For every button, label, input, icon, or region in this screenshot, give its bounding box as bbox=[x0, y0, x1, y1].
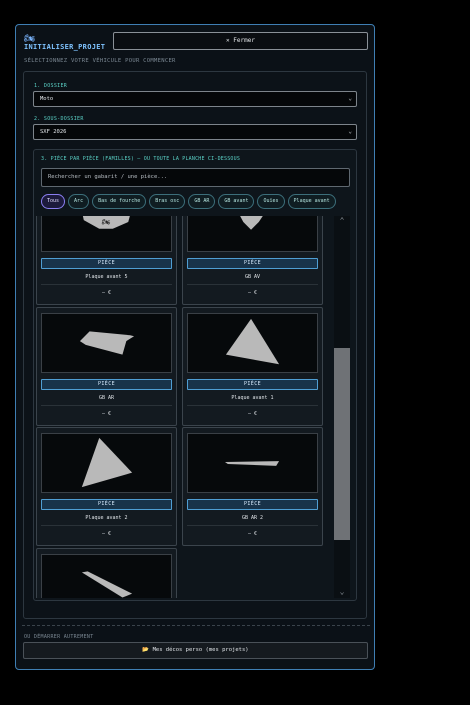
scroll-up-icon[interactable]: ⌃ bbox=[334, 216, 350, 225]
piece-badge: PIÈCE bbox=[41, 379, 172, 390]
filter-chip-plaque-avant[interactable]: Plaque avant bbox=[287, 194, 336, 209]
filter-chip-gb-ar[interactable]: GB AR bbox=[188, 194, 216, 209]
divider bbox=[22, 625, 370, 626]
pieces-grid: 🏍 PIÈCE Plaque avant 5 — € PIÈCE GB AV —… bbox=[36, 216, 334, 598]
init-project-panel: 🏍 INITIALISER_PROJET ✕ Fermer SÉLECTIONN… bbox=[15, 24, 375, 670]
rear-guard-icon bbox=[41, 313, 172, 373]
piece-card[interactable]: PIÈCE GB AR — € bbox=[36, 307, 177, 426]
piece-badge: PIÈCE bbox=[41, 499, 172, 510]
scrollbar-thumb[interactable] bbox=[334, 348, 350, 540]
scroll-down-icon[interactable]: ⌄ bbox=[334, 587, 350, 596]
divider bbox=[187, 405, 318, 406]
svg-text:🏍: 🏍 bbox=[102, 218, 111, 226]
piece-card[interactable]: PIÈCE Plaque avant 1 — € bbox=[182, 307, 323, 426]
filter-chip-bas-de-fourche[interactable]: Bas de fourche bbox=[92, 194, 147, 209]
filter-chip-tous[interactable]: Tous bbox=[41, 194, 66, 209]
chevron-down-icon: ⌄ bbox=[348, 128, 352, 135]
filter-chips: Tous Arc Bas de fourche Bras osc GB AR G… bbox=[41, 194, 336, 210]
piece-name: GB AV bbox=[244, 274, 261, 280]
pieces-section: 3. PIÈCE PAR PIÈCE (FAMILLES) — OU TOUTE… bbox=[33, 149, 357, 601]
filter-chip-arc[interactable]: Arc bbox=[68, 194, 90, 209]
piece-badge: PIÈCE bbox=[187, 379, 318, 390]
subfolder-select-value: SXF 2026 bbox=[40, 129, 67, 135]
panel-title: INITIALISER_PROJET bbox=[24, 43, 106, 51]
divider bbox=[41, 525, 172, 526]
divider bbox=[41, 284, 172, 285]
piece-name: Plaque avant 5 bbox=[85, 274, 128, 280]
piece-name: GB AR bbox=[98, 395, 115, 401]
triangle-plate-icon bbox=[187, 313, 318, 373]
close-button[interactable]: ✕ Fermer bbox=[113, 32, 368, 50]
piece-name: Plaque avant 2 bbox=[85, 515, 128, 521]
side-plate-icon bbox=[41, 433, 172, 493]
pieces-section-title: 3. PIÈCE PAR PIÈCE (FAMILLES) — OU TOUTE… bbox=[41, 156, 241, 162]
plate-icon: 🏍 bbox=[41, 216, 172, 252]
divider bbox=[187, 284, 318, 285]
piece-card[interactable]: PIÈCE Plaque avant 2 — € bbox=[36, 427, 177, 546]
piece-badge: PIÈCE bbox=[41, 258, 172, 269]
piece-price: — € bbox=[101, 411, 112, 417]
grid-scrollbar[interactable]: ⌃ ⌄ bbox=[334, 216, 350, 598]
piece-price: — € bbox=[247, 531, 258, 537]
subfolder-label: 2. SOUS-DOSSIER bbox=[34, 116, 84, 122]
search-input[interactable]: Rechercher un gabarit / une pièce... bbox=[41, 168, 350, 187]
subfolder-select[interactable]: SXF 2026 ⌄ bbox=[33, 124, 357, 140]
strip-icon bbox=[187, 433, 318, 493]
piece-card[interactable] bbox=[36, 548, 177, 598]
slash-icon bbox=[41, 554, 172, 598]
fork-guard-icon bbox=[187, 216, 318, 252]
piece-price: — € bbox=[101, 290, 112, 296]
piece-card[interactable]: PIÈCE GB AR 2 — € bbox=[182, 427, 323, 546]
panel-subtitle: SÉLECTIONNEZ VOTRE VÉHICULE POUR COMMENC… bbox=[24, 58, 176, 64]
my-projects-button[interactable]: 📂 Mes décos perso (mes projets) bbox=[23, 642, 368, 659]
filter-chip-bras-osc[interactable]: Bras osc bbox=[149, 194, 186, 209]
piece-price: — € bbox=[101, 531, 112, 537]
filter-chip-ouies[interactable]: Ouïes bbox=[257, 194, 285, 209]
piece-badge: PIÈCE bbox=[187, 258, 318, 269]
filter-chip-gb-avant[interactable]: GB avant bbox=[218, 194, 255, 209]
piece-price: — € bbox=[247, 290, 258, 296]
piece-badge: PIÈCE bbox=[187, 499, 318, 510]
piece-name: Plaque avant 1 bbox=[231, 395, 274, 401]
piece-price: — € bbox=[247, 411, 258, 417]
folder-select[interactable]: Moto ⌄ bbox=[33, 91, 357, 107]
chevron-down-icon: ⌄ bbox=[348, 95, 352, 102]
alternative-start-label: OU DÉMARRER AUTREMENT bbox=[24, 634, 94, 640]
vehicle-selection-box: 1. DOSSIER Moto ⌄ 2. SOUS-DOSSIER SXF 20… bbox=[23, 71, 367, 619]
piece-card[interactable]: PIÈCE GB AV — € bbox=[182, 216, 323, 305]
folder-label: 1. DOSSIER bbox=[34, 83, 68, 89]
piece-name: GB AR 2 bbox=[241, 515, 264, 521]
divider bbox=[187, 525, 318, 526]
divider bbox=[41, 405, 172, 406]
folder-select-value: Moto bbox=[40, 96, 54, 102]
piece-card[interactable]: 🏍 PIÈCE Plaque avant 5 — € bbox=[36, 216, 177, 305]
